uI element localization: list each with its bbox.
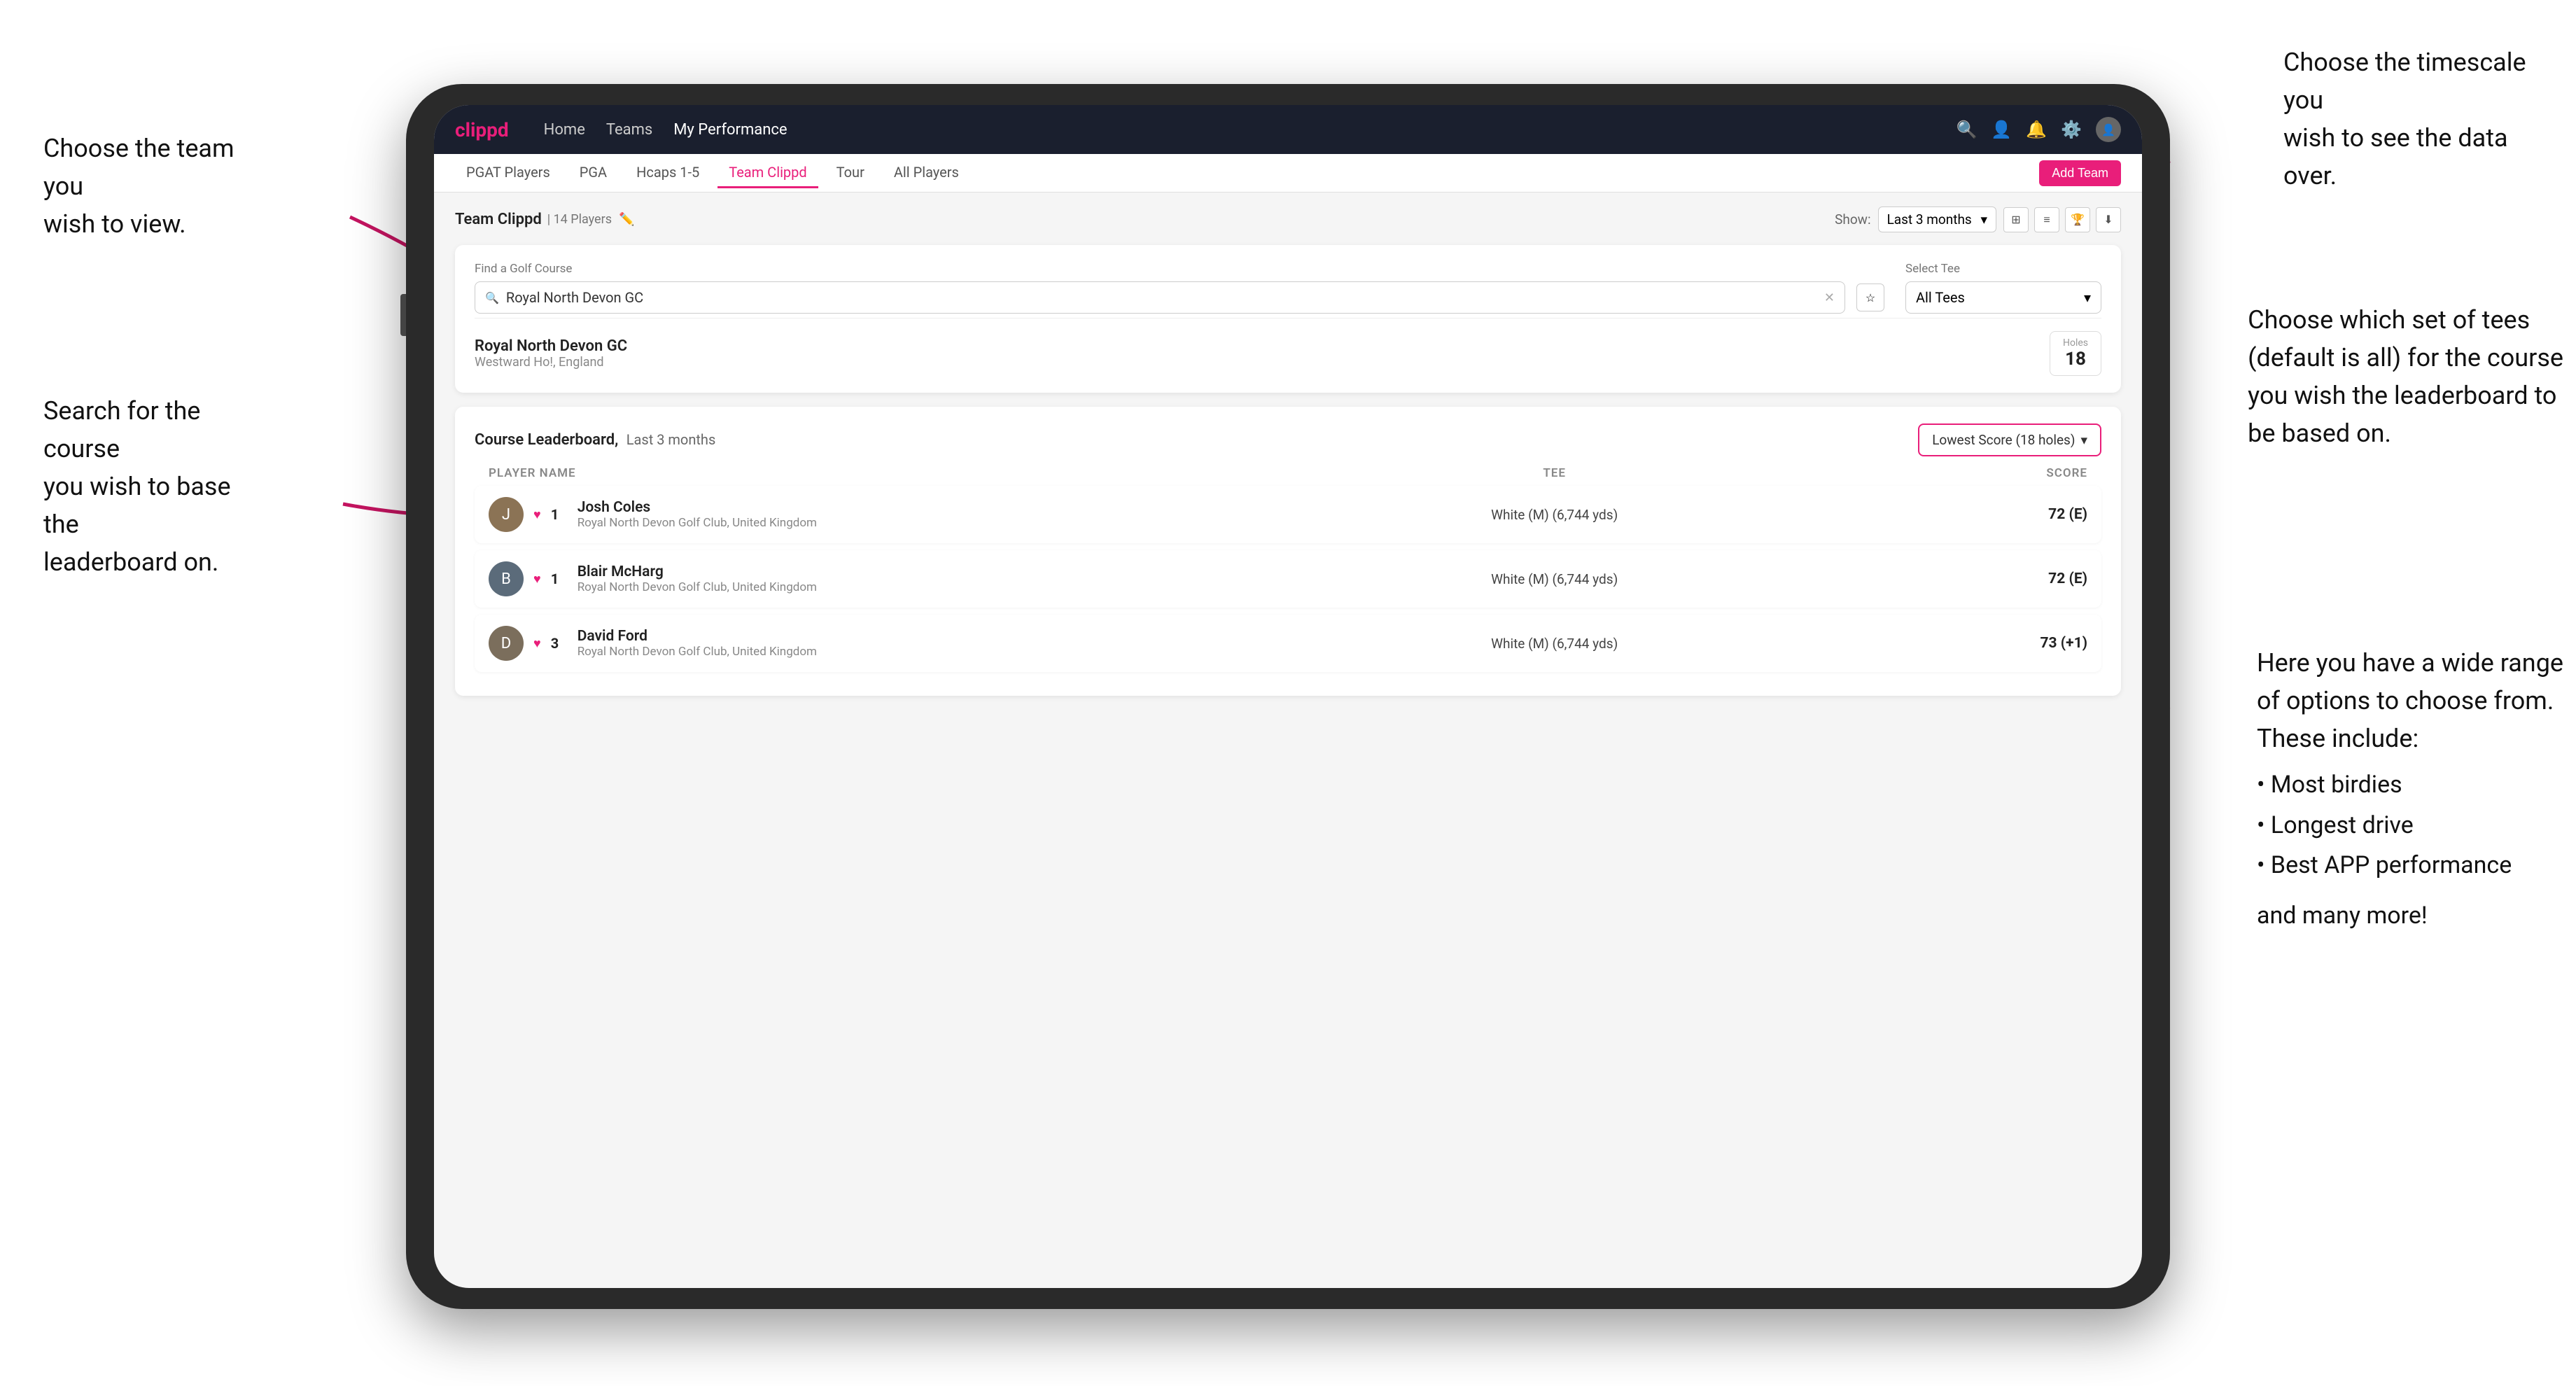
tab-team-clippd[interactable]: Team Clippd — [718, 158, 818, 188]
rank-number: 1 — [551, 570, 568, 587]
annotation-options: Here you have a wide range of options to… — [2257, 644, 2563, 932]
tee-dropdown[interactable]: All Tees ▾ — [1905, 281, 2101, 314]
nav-right: 🔍 👤 🔔 ⚙️ 👤 — [1956, 117, 2121, 142]
holes-box: Holes 18 — [2050, 331, 2101, 376]
tablet-frame: clippd Home Teams My Performance 🔍 👤 🔔 ⚙… — [406, 84, 2170, 1309]
col-header-tee: TEE — [1288, 466, 1821, 480]
player-club: Royal North Devon Golf Club, United King… — [578, 580, 817, 594]
trophy-view-button[interactable]: 🏆 — [2065, 207, 2090, 232]
search-glass-icon: 🔍 — [485, 291, 499, 304]
player-tee: White (M) (6,744 yds) — [1288, 636, 1821, 652]
avatar: J — [489, 497, 524, 532]
annotation-search-course: Search for the course you wish to base t… — [43, 392, 267, 581]
tab-hcaps[interactable]: Hcaps 1-5 — [625, 158, 710, 188]
team-title: Team Clippd — [455, 211, 542, 228]
annotation-timescale: Choose the timescale you wish to see the… — [2283, 43, 2563, 195]
heart-icon[interactable]: ♥ — [533, 507, 541, 522]
tablet-screen: clippd Home Teams My Performance 🔍 👤 🔔 ⚙… — [434, 105, 2142, 1288]
course-name: Royal North Devon GC — [475, 337, 627, 355]
leaderboard-card: Course Leaderboard, Last 3 months Lowest… — [455, 407, 2121, 696]
people-icon[interactable]: 👤 — [1991, 120, 2012, 139]
nav-link-my-performance[interactable]: My Performance — [673, 121, 787, 139]
show-dropdown[interactable]: Last 3 months ▾ — [1878, 206, 1996, 232]
rank-number: 1 — [551, 506, 568, 523]
search-row: 🔍 Royal North Devon GC ✕ ☆ — [475, 281, 1884, 314]
table-row: B ♥ 1 Blair McHarg Royal North Devon Gol… — [475, 550, 2101, 608]
player-score: 72 (E) — [1821, 570, 2087, 587]
logo: clippd — [455, 118, 509, 141]
course-search-card: Find a Golf Course 🔍 Royal North Devon G… — [455, 245, 2121, 393]
tee-section: Select Tee All Tees ▾ — [1905, 262, 2101, 314]
avatar: B — [489, 561, 524, 596]
player-name: Blair McHarg — [578, 564, 817, 580]
profile-avatar[interactable]: 👤 — [2096, 117, 2121, 142]
star-button[interactable]: ☆ — [1856, 284, 1884, 312]
heart-icon[interactable]: ♥ — [533, 636, 541, 651]
course-location: Westward Ho!, England — [475, 355, 627, 370]
holes-number: 18 — [2063, 349, 2088, 370]
player-tee: White (M) (6,744 yds) — [1288, 507, 1821, 523]
rank-number: 3 — [551, 635, 568, 652]
table-row: J ♥ 1 Josh Coles Royal North Devon Golf … — [475, 486, 2101, 543]
score-dropdown[interactable]: Lowest Score (18 holes) ▾ — [1918, 424, 2101, 456]
player-score: 72 (E) — [1821, 506, 2087, 523]
player-club: Royal North Devon Golf Club, United King… — [578, 516, 817, 530]
course-info: Royal North Devon GC Westward Ho!, Engla… — [475, 337, 627, 370]
download-button[interactable]: ⬇ — [2096, 207, 2121, 232]
search-clear-icon[interactable]: ✕ — [1824, 290, 1835, 305]
team-subtitle: | 14 Players — [547, 212, 612, 227]
col-header-score: SCORE — [1821, 466, 2087, 480]
grid-view-button[interactable]: ⊞ — [2003, 207, 2029, 232]
add-team-button[interactable]: Add Team — [2039, 160, 2121, 186]
avatar: D — [489, 626, 524, 661]
player-name: David Ford — [578, 628, 817, 645]
course-search-box[interactable]: 🔍 Royal North Devon GC ✕ — [475, 281, 1845, 314]
bell-icon[interactable]: 🔔 — [2026, 120, 2047, 139]
course-result: Royal North Devon GC Westward Ho!, Engla… — [475, 318, 2101, 376]
heart-icon[interactable]: ♥ — [533, 572, 541, 587]
player-info: J ♥ 1 Josh Coles Royal North Devon Golf … — [489, 497, 1288, 532]
edit-team-icon[interactable]: ✏️ — [619, 212, 634, 227]
show-label: Show: — [1835, 211, 1870, 227]
col-header-player: PLAYER NAME — [489, 466, 1288, 480]
annotation-tees: Choose which set of tees (default is all… — [2248, 301, 2563, 452]
chevron-down-icon: ▾ — [2080, 432, 2087, 448]
tab-bar: PGAT Players PGA Hcaps 1-5 Team Clippd T… — [434, 154, 2142, 192]
nav-link-home[interactable]: Home — [544, 121, 585, 139]
tab-tour[interactable]: Tour — [825, 158, 876, 188]
table-header: PLAYER NAME TEE SCORE — [475, 466, 2101, 480]
settings-icon[interactable]: ⚙️ — [2061, 120, 2082, 139]
tab-all-players[interactable]: All Players — [883, 158, 970, 188]
player-info: D ♥ 3 David Ford Royal North Devon Golf … — [489, 626, 1288, 661]
player-info: B ♥ 1 Blair McHarg Royal North Devon Gol… — [489, 561, 1288, 596]
table-row: D ♥ 3 David Ford Royal North Devon Golf … — [475, 615, 2101, 672]
leaderboard-header: Course Leaderboard, Last 3 months Lowest… — [475, 424, 2101, 456]
course-search-input[interactable]: Royal North Devon GC — [506, 289, 1817, 306]
player-score: 73 (+1) — [1821, 635, 2087, 652]
team-header: Team Clippd | 14 Players ✏️ Show: Last 3… — [455, 206, 2121, 232]
player-tee: White (M) (6,744 yds) — [1288, 571, 1821, 587]
leaderboard-title: Course Leaderboard, Last 3 months — [475, 431, 715, 449]
nav-bar: clippd Home Teams My Performance 🔍 👤 🔔 ⚙… — [434, 105, 2142, 154]
find-course-label: Find a Golf Course — [475, 262, 1884, 276]
options-list: Most birdies Longest drive Best APP perf… — [2257, 769, 2563, 883]
search-icon[interactable]: 🔍 — [1956, 120, 1977, 139]
chevron-down-icon: ▾ — [2084, 289, 2091, 306]
select-tee-label: Select Tee — [1905, 262, 2101, 276]
show-controls: Show: Last 3 months ▾ ⊞ ≡ 🏆 ⬇ — [1835, 206, 2121, 232]
star-icon: ☆ — [1865, 291, 1875, 304]
player-club: Royal North Devon Golf Club, United King… — [578, 645, 817, 659]
tab-pga[interactable]: PGA — [568, 158, 618, 188]
main-content: Team Clippd | 14 Players ✏️ Show: Last 3… — [434, 192, 2142, 724]
nav-link-teams[interactable]: Teams — [606, 121, 652, 139]
annotation-choose-team: Choose the team you wish to view. — [43, 130, 267, 243]
view-icons: ⊞ ≡ 🏆 ⬇ — [2003, 207, 2121, 232]
holes-label: Holes — [2063, 337, 2088, 349]
list-view-button[interactable]: ≡ — [2034, 207, 2059, 232]
player-name: Josh Coles — [578, 499, 817, 516]
tab-pgat-players[interactable]: PGAT Players — [455, 158, 561, 188]
